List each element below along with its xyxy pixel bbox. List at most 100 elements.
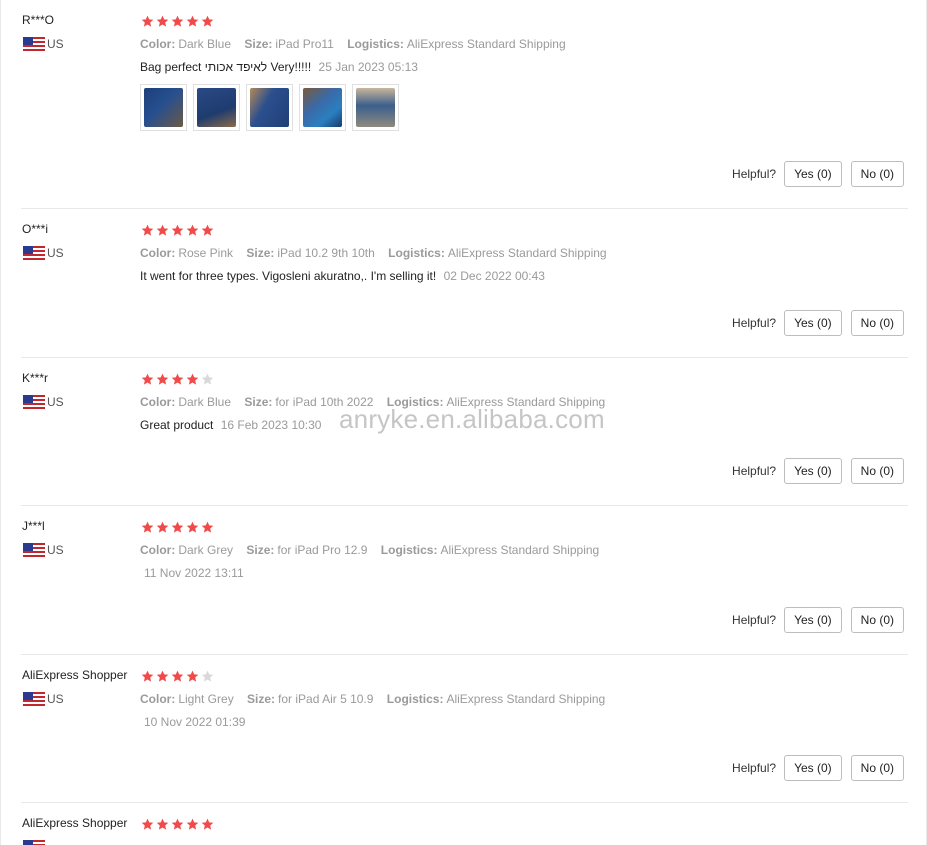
helpful-no-button[interactable]: No (0) xyxy=(850,755,904,781)
reviewer-country: US xyxy=(23,246,64,260)
color-key: Color: xyxy=(140,246,176,260)
reviewer-country: US xyxy=(23,37,64,51)
review-item: AliExpress Shopper xyxy=(1,816,927,845)
color-value: Dark Blue xyxy=(178,395,232,409)
reviewer-country xyxy=(23,840,47,845)
helpful-no-button[interactable]: No (0) xyxy=(850,458,904,484)
review-meta: Color: Dark Blue Size: iPad Pro11 Logistic… xyxy=(140,37,576,51)
star-filled-icon xyxy=(171,818,185,832)
star-filled-icon xyxy=(201,15,215,29)
helpful-vote: Helpful? Yes (0) No (0) xyxy=(732,755,904,781)
us-flag-icon xyxy=(23,543,45,557)
us-flag-icon xyxy=(23,395,45,409)
color-key: Color: xyxy=(140,395,176,409)
helpful-no-button[interactable]: No (0) xyxy=(850,607,904,633)
star-filled-icon xyxy=(156,670,170,684)
reviewer-name: AliExpress Shopper xyxy=(22,816,128,830)
review-item: R***O US Color: Dark Blue Size: iPad Pro11… xyxy=(1,13,927,209)
rating-stars xyxy=(141,521,216,535)
review-date: 02 Dec 2022 00:43 xyxy=(443,269,545,283)
review-text: It went for three types. Vigosleni akura… xyxy=(140,269,437,283)
review-item: O***i US Color: Rose Pink Size: iPad 10.2 … xyxy=(1,222,927,358)
star-filled-icon xyxy=(171,224,185,238)
review-item: J***l US Color: Dark Grey Size: for iPad P… xyxy=(1,519,927,655)
star-filled-icon xyxy=(186,670,200,684)
reviewer-name: AliExpress Shopper xyxy=(22,668,128,682)
rating-stars xyxy=(141,373,216,387)
helpful-vote: Helpful? Yes (0) No (0) xyxy=(732,458,904,484)
helpful-label: Helpful? xyxy=(732,464,777,478)
helpful-no-button[interactable]: No (0) xyxy=(850,310,904,336)
star-filled-icon xyxy=(201,521,215,535)
rating-stars xyxy=(141,670,216,684)
color-value: Dark Blue xyxy=(178,37,232,51)
reviewer-name: K***r xyxy=(22,371,49,385)
rating-stars xyxy=(141,224,216,238)
star-filled-icon xyxy=(186,15,200,29)
logistics-value: AliExpress Standard Shipping xyxy=(447,246,607,260)
helpful-yes-button[interactable]: Yes (0) xyxy=(784,755,842,781)
review-photo-thumbnail[interactable] xyxy=(246,84,293,131)
star-filled-icon xyxy=(201,818,215,832)
review-item: K***r US Color: Dark Blue Size: for iPad 1… xyxy=(1,371,927,506)
size-key: Size: xyxy=(247,692,276,706)
us-flag-icon xyxy=(23,692,45,706)
logistics-key: Logistics: xyxy=(347,37,404,51)
helpful-no-button[interactable]: No (0) xyxy=(850,161,904,187)
review-meta: Color: Light Grey Size: for iPad Air 5 10.… xyxy=(140,692,615,706)
star-filled-icon xyxy=(156,224,170,238)
star-empty-icon xyxy=(201,670,215,684)
review-photo-thumbnail[interactable] xyxy=(299,84,346,131)
size-value: iPad Pro11 xyxy=(275,37,334,51)
us-flag-icon xyxy=(23,37,45,51)
helpful-yes-button[interactable]: Yes (0) xyxy=(784,310,842,336)
star-filled-icon xyxy=(171,15,185,29)
star-filled-icon xyxy=(186,373,200,387)
review-body: Bag perfect לאיפד אכותי Very!!!!! 25 Jan… xyxy=(140,60,418,74)
star-filled-icon xyxy=(171,521,185,535)
review-text: Bag perfect לאיפד אכותי Very!!!!! xyxy=(140,60,312,74)
reviewer-country: US xyxy=(23,692,64,706)
review-photo-thumbnail[interactable] xyxy=(352,84,399,131)
color-key: Color: xyxy=(140,37,176,51)
star-filled-icon xyxy=(156,521,170,535)
review-body: 10 Nov 2022 01:39 xyxy=(140,715,245,729)
country-code: US xyxy=(47,246,64,260)
watermark-text: anryke.en.alibaba.com xyxy=(339,404,605,434)
logistics-key: Logistics: xyxy=(388,246,445,260)
helpful-label: Helpful? xyxy=(732,613,777,627)
helpful-label: Helpful? xyxy=(732,761,777,775)
helpful-vote: Helpful? Yes (0) No (0) xyxy=(732,310,904,336)
review-photo-thumbnail[interactable] xyxy=(193,84,240,131)
star-filled-icon xyxy=(156,818,170,832)
size-key: Size: xyxy=(244,37,273,51)
star-empty-icon xyxy=(201,373,215,387)
helpful-yes-button[interactable]: Yes (0) xyxy=(784,607,842,633)
star-filled-icon xyxy=(186,818,200,832)
star-filled-icon xyxy=(186,521,200,535)
helpful-label: Helpful? xyxy=(732,167,777,181)
helpful-yes-button[interactable]: Yes (0) xyxy=(784,458,842,484)
review-meta: Color: Dark Grey Size: for iPad Pro 12.9 L… xyxy=(140,543,609,557)
helpful-vote: Helpful? Yes (0) No (0) xyxy=(732,161,904,187)
size-value: iPad 10.2 9th 10th xyxy=(277,246,375,260)
helpful-yes-button[interactable]: Yes (0) xyxy=(784,161,842,187)
reviews-panel: R***O US Color: Dark Blue Size: iPad Pro11… xyxy=(0,0,927,845)
star-filled-icon xyxy=(171,670,185,684)
review-photo-thumbnail[interactable] xyxy=(140,84,187,131)
review-date: 16 Feb 2023 10:30 xyxy=(220,418,322,432)
review-divider xyxy=(21,505,908,506)
helpful-vote: Helpful? Yes (0) No (0) xyxy=(732,607,904,633)
review-date: 11 Nov 2022 13:11 xyxy=(144,566,244,580)
logistics-key: Logistics: xyxy=(386,692,444,706)
review-body: Great product 16 Feb 2023 10:30 xyxy=(140,418,321,432)
country-code: US xyxy=(47,692,64,706)
review-divider xyxy=(21,208,908,209)
size-value: for iPad Pro 12.9 xyxy=(277,543,368,557)
reviewer-name: J***l xyxy=(22,519,45,533)
star-filled-icon xyxy=(171,373,185,387)
star-filled-icon xyxy=(141,521,155,535)
color-value: Dark Grey xyxy=(178,543,234,557)
review-date: 25 Jan 2023 05:13 xyxy=(318,60,418,74)
reviewer-country: US xyxy=(23,395,64,409)
